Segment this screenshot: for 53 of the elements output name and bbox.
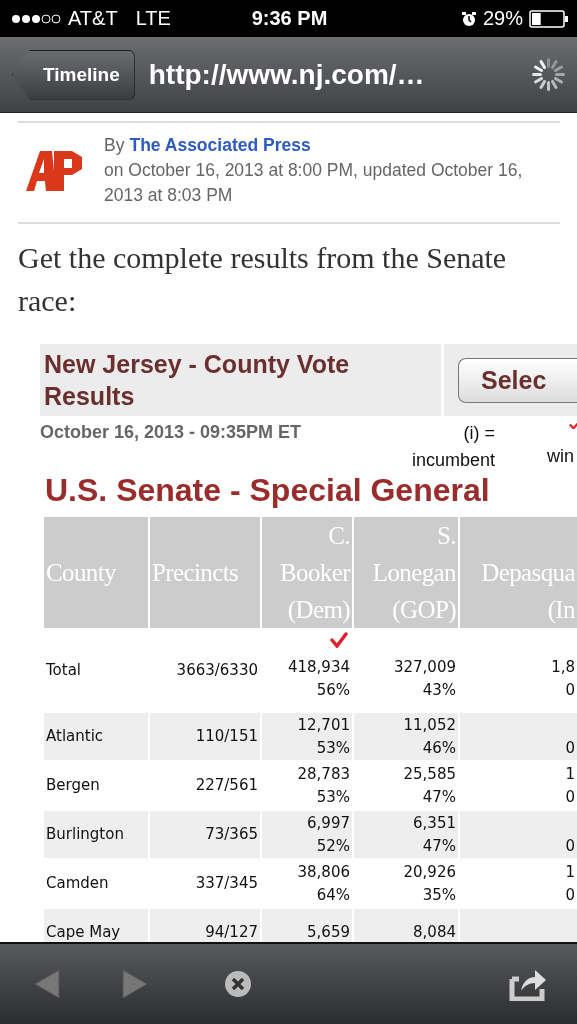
- table-cell-text: 38,806 64%: [296, 861, 351, 906]
- table-cell-text: 1,8 0: [550, 656, 576, 701]
- loading-spinner-icon: [530, 56, 567, 93]
- intro-text: Get the complete results from the Senate race:: [18, 240, 508, 319]
- table-cell: 0: [460, 713, 577, 760]
- byline-prefix: By: [104, 135, 125, 155]
- table-cell-text: 418,934 56%: [286, 656, 351, 701]
- table-cell-text: 25,585 47%: [402, 763, 457, 808]
- table-cell: 110/151: [150, 713, 260, 760]
- close-icon[interactable]: [224, 970, 252, 998]
- table-cell-text: 28,783 53%: [296, 763, 351, 808]
- share-icon[interactable]: [509, 967, 547, 1001]
- update-time: October 16, 2013 - 09:35PM ET: [40, 421, 303, 444]
- table-cell: 8,084: [354, 909, 458, 942]
- results-title: New Jersey - County Vote Results: [40, 344, 444, 416]
- status-time: 9:36 PM: [251, 7, 328, 30]
- table-cell: 12,701 53%: [262, 713, 352, 760]
- table-cell-text: Camden: [45, 873, 110, 894]
- back-arrow-icon[interactable]: [33, 968, 61, 1000]
- carrier-name: AT&T: [68, 7, 118, 30]
- table-cell-text: 227/561: [194, 775, 259, 796]
- table-cell: 0: [460, 811, 577, 858]
- race-title: U.S. Senate - Special General: [45, 472, 491, 509]
- table-cell-text: Bergen: [45, 775, 101, 796]
- table-cell: Cape May: [44, 909, 148, 942]
- back-button[interactable]: Timeline: [12, 49, 135, 100]
- table-cell: 73/365: [150, 811, 260, 858]
- legend-text: win: [547, 445, 574, 468]
- table-cell: Atlantic: [44, 713, 148, 760]
- forward-arrow-icon[interactable]: [121, 968, 149, 1000]
- page-url: http://www.nj.com/…: [148, 58, 426, 91]
- author-link[interactable]: The Associated Press: [129, 135, 311, 155]
- table-cell-text: 3663/6330: [175, 660, 259, 681]
- table-cell: 5,659: [262, 909, 352, 942]
- table-cell: 6,351 47%: [354, 811, 458, 858]
- dateline: on October 16, 2013 at 8:00 PM, updated October 16, 2013 at 8:03 PM: [104, 159, 524, 207]
- table-cell-text: 1 0: [564, 763, 576, 808]
- battery-percent: 29%: [482, 7, 523, 30]
- network-type: LTE: [135, 7, 171, 30]
- table-cell-text: 1 0: [564, 861, 576, 906]
- table-cell: 11,052 46%: [354, 713, 458, 760]
- table-cell-text: 327,009 43%: [392, 656, 457, 701]
- alarm-icon: [460, 10, 477, 27]
- legend-text: (i) = incumbent: [411, 423, 496, 470]
- battery-icon: [529, 9, 569, 28]
- table-cell-text: 20,926 35%: [402, 861, 457, 906]
- select-button[interactable]: Selec: [458, 358, 577, 403]
- table-cell-text: 337/345: [194, 873, 259, 894]
- signal-icon: [10, 11, 62, 26]
- table-cell-text: Total: [45, 660, 83, 681]
- table-cell: Burlington: [44, 811, 148, 858]
- table-cell: 94/127: [150, 909, 260, 942]
- table-cell: 6,997 52%: [262, 811, 352, 858]
